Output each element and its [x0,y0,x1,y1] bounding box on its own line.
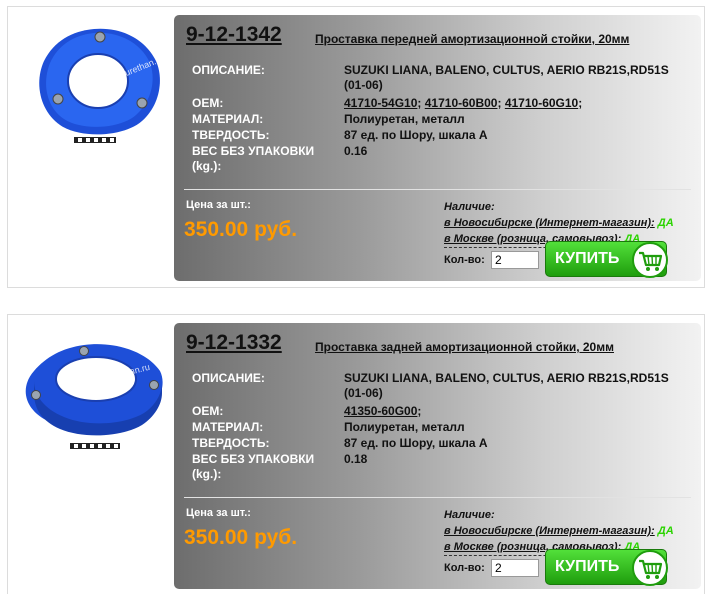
product-title-link[interactable]: Проставка передней амортизационной стойк… [315,32,629,46]
availability-nsk-status: ДА [657,525,674,537]
spec-oem: ОЕМ: 41350-60G00; [192,404,422,418]
quantity-label: Кол-во: [444,562,485,574]
spec-label: МАТЕРИАЛ: [192,420,264,434]
buy-button-label: КУПИТЬ [555,250,620,267]
spec-label: ОЕМ: [192,404,224,418]
spec-label: ОПИСАНИЕ: [192,371,265,385]
availability-nsk-status: ДА [657,217,674,229]
shopping-cart-icon [632,550,668,586]
oem-link[interactable]: 41710-54G10 [344,96,417,110]
spec-weight: ВЕС БЕЗ УПАКОВКИ (kg.): 0.16 [192,144,692,174]
product-info-panel: 9-12-1332 Проставка задней амортизационн… [174,323,701,589]
spec-list: ОПИСАНИЕ: SUZUKI LIANA, BALENO, CULTUS, … [192,63,692,174]
spec-label: ТВЕРДОСТЬ: [192,128,270,142]
shopping-cart-icon [632,242,668,278]
oem-link[interactable]: 41710-60G10 [505,96,578,110]
product-info-panel: 9-12-1342 Проставка передней амортизацио… [174,15,701,281]
spec-oem: ОЕМ: 41710-54G10; 41710-60B00; 41710-60G… [192,96,583,110]
product-sku-link[interactable]: 9-12-1332 [186,331,282,355]
product-sku-link[interactable]: 9-12-1342 [186,23,282,47]
buy-button[interactable]: КУПИТЬ [545,549,668,586]
divider [184,497,691,498]
quantity-input[interactable] [491,559,539,577]
spec-value: 0.16 [344,144,368,158]
spec-label: ВЕС БЕЗ УПАКОВКИ (kg.): [192,452,315,481]
spec-description: ОПИСАНИЕ: SUZUKI LIANA, BALENO, CULTUS, … [192,371,692,404]
oem-link[interactable]: 41710-60B00 [425,96,498,110]
strut-spacer-rear-image: www.polyurethan.ru [25,344,163,449]
price-label: Цена за шт.: [186,199,251,211]
spec-value: SUZUKI LIANA, BALENO, CULTUS, AERIO RB21… [344,371,669,400]
spec-label: ОПИСАНИЕ: [192,63,265,77]
buy-button-label: КУПИТЬ [555,558,620,575]
buy-button[interactable]: КУПИТЬ [545,241,668,278]
strut-spacer-front-image: www.polyurethan.ru [39,28,165,143]
spec-value: SUZUKI LIANA, BALENO, CULTUS, AERIO RB21… [344,63,669,92]
product-image[interactable]: www.polyurethan.ru [14,321,174,461]
spec-value: Полиуретан, металл [344,420,465,434]
product-image[interactable]: www.polyurethan.ru [14,13,174,153]
spec-value: 0.18 [344,452,368,466]
availability-nsk-link[interactable]: в Новосибирске (Интернет-магазин): [444,525,655,537]
product-card: www.polyurethan.ru 9-12-1332 Проставка з… [7,314,705,594]
quantity-label: Кол-во: [444,254,485,266]
oem-link[interactable]: 41350-60G00 [344,404,417,418]
spec-label: ОЕМ: [192,96,224,110]
spec-label: ВЕС БЕЗ УПАКОВКИ (kg.): [192,144,315,173]
spec-material: МАТЕРИАЛ: Полиуретан, металл [192,112,692,128]
spec-value: Полиуретан, металл [344,112,465,126]
price-value: 350.00 руб. [184,526,298,549]
divider [184,189,691,190]
spec-weight: ВЕС БЕЗ УПАКОВКИ (kg.): 0.18 [192,452,692,482]
spec-label: ТВЕРДОСТЬ: [192,436,270,450]
spec-list: ОПИСАНИЕ: SUZUKI LIANA, BALENO, CULTUS, … [192,371,692,482]
spec-hardness: ТВЕРДОСТЬ: 87 ед. по Шору, шкала А [192,128,692,144]
spec-label: МАТЕРИАЛ: [192,112,264,126]
quantity-input[interactable] [491,251,539,269]
availability-title: Наличие: [444,201,495,213]
spec-material: МАТЕРИАЛ: Полиуретан, металл [192,420,692,436]
spec-description: ОПИСАНИЕ: SUZUKI LIANA, BALENO, CULTUS, … [192,63,692,96]
spec-value: 87 ед. по Шору, шкала А [344,128,488,142]
ruler-icon [74,137,116,143]
availability-title: Наличие: [444,509,495,521]
ruler-icon [70,443,120,449]
price-label: Цена за шт.: [186,507,251,519]
product-card: www.polyurethan.ru 9-12-1342 Проставка п… [7,6,705,288]
product-title-link[interactable]: Проставка задней амортизационной стойки,… [315,340,614,354]
availability-nsk-link[interactable]: в Новосибирске (Интернет-магазин): [444,217,655,229]
spec-value: 87 ед. по Шору, шкала А [344,436,488,450]
price-value: 350.00 руб. [184,218,298,241]
spec-hardness: ТВЕРДОСТЬ: 87 ед. по Шору, шкала А [192,436,692,452]
